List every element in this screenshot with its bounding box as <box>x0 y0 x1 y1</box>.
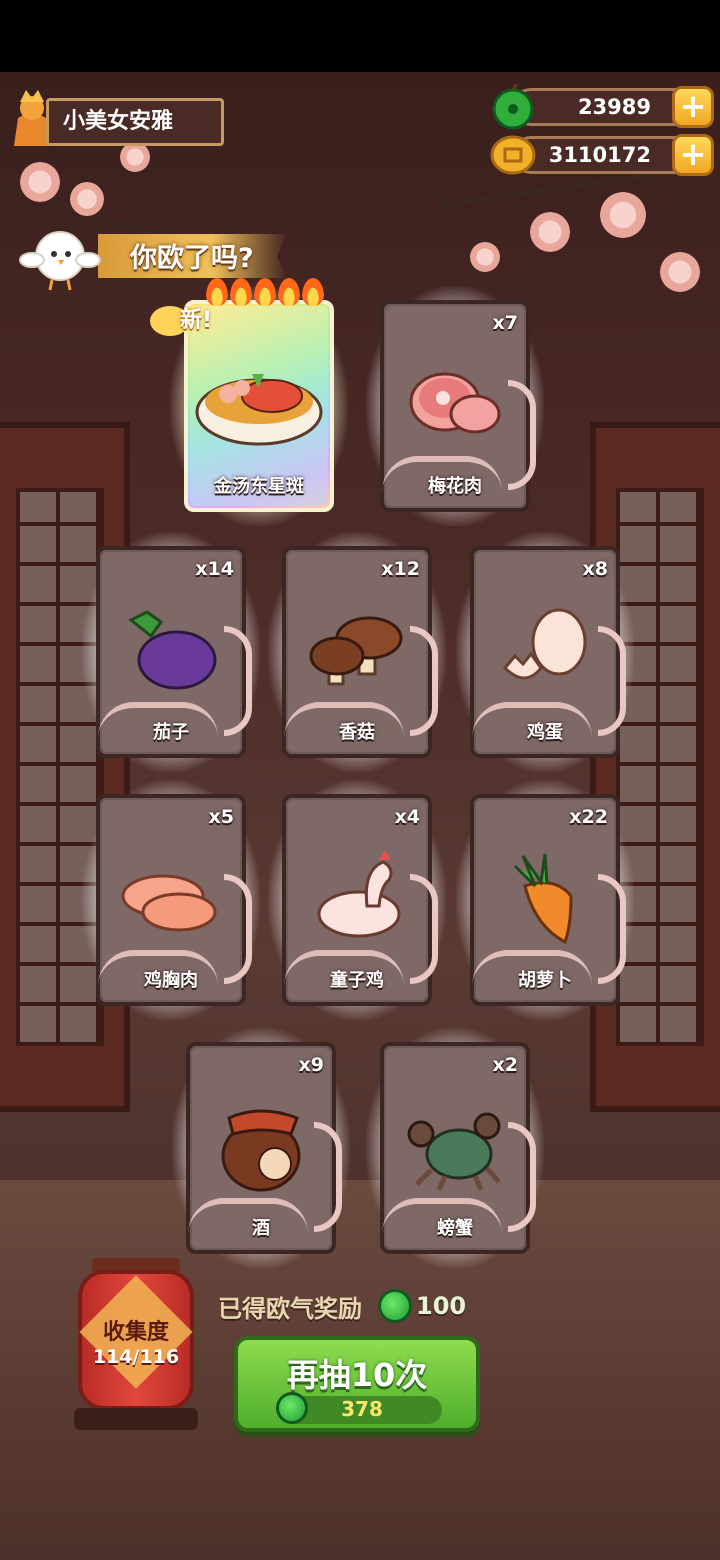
flame-icon <box>254 278 276 306</box>
food-card-shiitake[interactable]: x12 香菇 <box>268 532 446 772</box>
card-label: 金汤东星斑 <box>214 476 304 497</box>
blossom-icon <box>70 182 104 216</box>
banner-text: 你欧了吗? <box>130 243 254 274</box>
card-count: x7 <box>492 312 518 334</box>
chicken-icon <box>317 850 401 938</box>
food-card-pork-shoulder[interactable]: x7 梅花肉 <box>366 286 544 526</box>
player-profile[interactable]: 小美女安雅 <box>8 90 224 148</box>
eggplant-icon <box>128 610 217 690</box>
fish-soup-icon <box>195 374 323 446</box>
card-count: x22 <box>569 806 608 828</box>
collection-label: 收集度 <box>102 1320 169 1345</box>
card-count: x12 <box>381 558 420 580</box>
pork-meat-icon <box>409 372 501 434</box>
card-label: 童子鸡 <box>330 970 384 991</box>
add-gold-button[interactable]: + <box>672 134 714 176</box>
card-label: 茄子 <box>153 722 189 743</box>
card-label: 香菇 <box>339 722 375 743</box>
blossom-icon <box>530 212 570 252</box>
collection-progress: 114/116 <box>92 1346 180 1368</box>
mushroom-icon <box>309 616 403 686</box>
card-count: x14 <box>195 558 234 580</box>
new-label: 新! <box>180 308 213 333</box>
draw-cost-amount: 378 <box>341 1397 383 1421</box>
chick-mascot-icon <box>19 231 101 291</box>
food-card-crab[interactable]: x2 螃蟹 <box>366 1028 544 1268</box>
food-card-spring-chicken[interactable]: x4 童子鸡 <box>268 780 446 1020</box>
food-card-egg[interactable]: x8 鸡蛋 <box>456 532 634 772</box>
blossom-icon <box>20 162 60 202</box>
blossom-icon <box>600 192 646 238</box>
card-label: 酒 <box>252 1218 270 1239</box>
food-card-carrot[interactable]: x22 胡萝卜 <box>456 780 634 1020</box>
card-label: 胡萝卜 <box>518 970 572 991</box>
jade-coin-icon <box>378 1289 412 1323</box>
card-label: 梅花肉 <box>428 476 482 497</box>
card-count: x5 <box>208 806 234 828</box>
card-count: x4 <box>394 806 420 828</box>
card-label: 鸡蛋 <box>527 722 563 743</box>
carrot-icon <box>513 853 573 945</box>
crab-icon <box>407 1112 501 1191</box>
wine-jar-icon <box>221 1109 301 1192</box>
player-name: 小美女安雅 <box>46 98 224 146</box>
reward-label: 已得欧气奖励 <box>218 1294 362 1323</box>
draw-cost: 378 <box>276 1392 442 1424</box>
collection-lantern[interactable]: 收集度 114/116 <box>74 1258 198 1430</box>
card-count: x9 <box>298 1054 324 1076</box>
food-card-eggplant[interactable]: x14 茄子 <box>82 532 260 772</box>
card-count: x2 <box>492 1054 518 1076</box>
add-jade-button[interactable]: + <box>672 86 714 128</box>
flame-icon <box>278 278 300 306</box>
new-badge: 新! <box>150 300 236 340</box>
food-card-wine[interactable]: x9 酒 <box>172 1028 350 1268</box>
card-count: x8 <box>582 558 608 580</box>
reward-amount: 100 <box>416 1292 467 1320</box>
card-label: 鸡胸肉 <box>144 970 198 991</box>
flame-icon <box>302 278 324 306</box>
gold-currency: 3110172 + <box>490 132 714 178</box>
jade-currency: 23989 + <box>490 84 714 130</box>
card-label: 螃蟹 <box>437 1218 473 1239</box>
egg-icon <box>502 608 587 680</box>
draw-button-label: 再抽10次 <box>286 1356 428 1394</box>
luck-reward: 已得欧气奖励 100 <box>218 1286 466 1326</box>
gold-coin-icon <box>490 135 536 175</box>
food-card-golden-soup-fish[interactable]: 新! 金汤东星斑 <box>150 278 348 526</box>
blossom-icon <box>470 242 500 272</box>
jade-coin-icon <box>492 84 534 130</box>
draw-again-button[interactable]: 再抽10次 378 <box>234 1336 480 1432</box>
chicken-breast-icon <box>121 874 217 932</box>
blossom-icon <box>660 252 700 292</box>
food-card-chicken-breast[interactable]: x5 鸡胸肉 <box>82 780 260 1020</box>
